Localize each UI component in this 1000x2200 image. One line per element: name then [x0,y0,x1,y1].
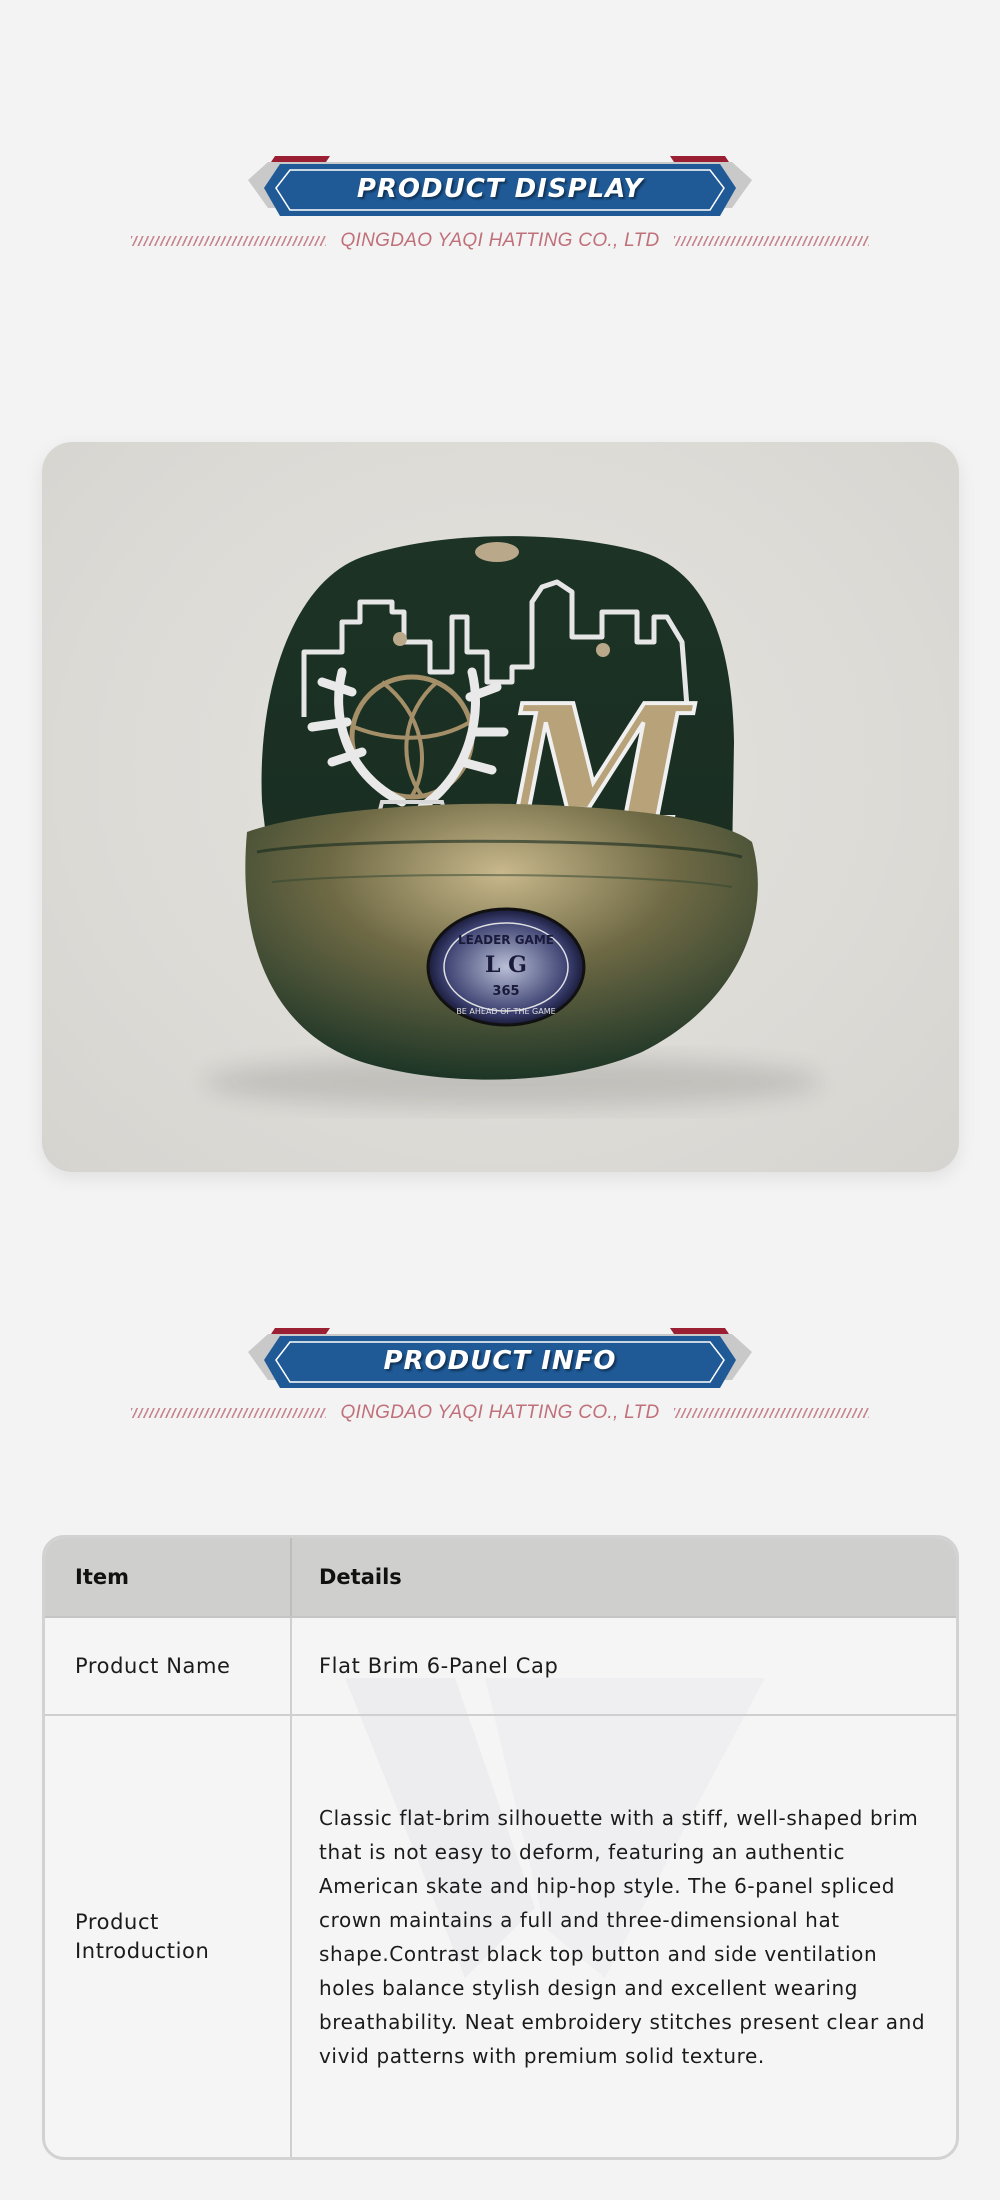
header-item: Item [45,1538,292,1616]
company-line: QINGDAO YAQI HATTING CO., LTD [0,226,1000,256]
row-label: Product Introduction [75,1909,210,1963]
table-row: Product Name Flat Brim 6-Panel Cap [45,1618,956,1716]
patch-bottom-text: BE AHEAD OF THE GAME [456,1007,555,1016]
patch-letters: L G [485,952,527,978]
row-label: Product Name [75,1654,231,1678]
header-details: Details [319,1565,402,1589]
cap-illustration: M LEADER GAME L G 365 BE AHEAD OF THE GA… [202,536,822,1108]
product-info-table: Item Details Product Name Flat Brim 6-Pa… [42,1535,959,2160]
patch-number: 365 [492,984,519,999]
row-value: Classic flat-brim silhouette with a stif… [319,1805,926,2068]
row-value: Flat Brim 6-Panel Cap [319,1654,559,1678]
company-name: QINGDAO YAQI HATTING CO., LTD [340,230,660,251]
company-line: QINGDAO YAQI HATTING CO., LTD [0,1398,1000,1428]
table-header-row: Item Details [45,1538,956,1618]
section-title: PRODUCT INFO [383,1346,617,1376]
decorative-hatch-right [673,1408,869,1418]
section-banner-display: PRODUCT DISPLAY QINGDAO YAQI HATTING CO.… [0,150,1000,270]
decorative-hatch-right [673,236,869,246]
section-title: PRODUCT DISPLAY [356,174,644,204]
company-name: QINGDAO YAQI HATTING CO., LTD [340,1402,660,1423]
decorative-hatch-left [131,236,327,246]
product-photo: M LEADER GAME L G 365 BE AHEAD OF THE GA… [42,442,959,1172]
table-row: Product Introduction Classic flat-brim s… [45,1716,956,2157]
section-banner-info: PRODUCT INFO QINGDAO YAQI HATTING CO., L… [0,1322,1000,1442]
decorative-hatch-left [131,1408,327,1418]
patch-top-text: LEADER GAME [458,933,554,947]
